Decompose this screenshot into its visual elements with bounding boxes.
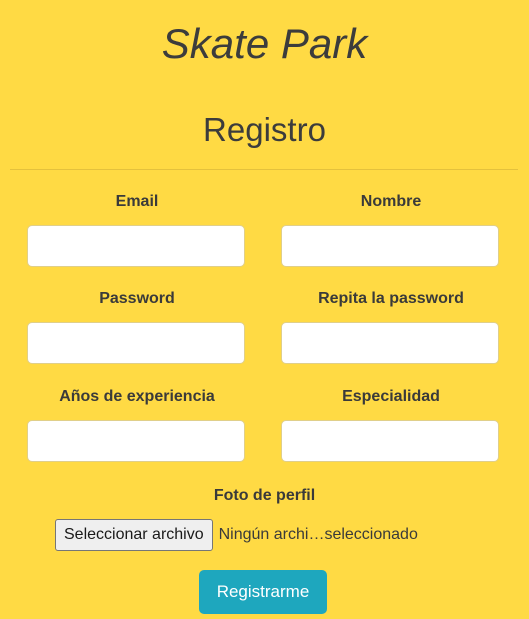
name-field[interactable]: [281, 225, 499, 267]
file-picker: Seleccionar archivo Ningún archi…selecci…: [55, 519, 418, 551]
choose-file-button[interactable]: Seleccionar archivo: [55, 519, 213, 551]
experience-field[interactable]: [27, 420, 245, 462]
specialty-label: Especialidad: [342, 388, 440, 405]
specialty-field[interactable]: [281, 420, 499, 462]
repeat-password-field[interactable]: [281, 322, 499, 364]
repeat-password-label: Repita la password: [318, 290, 464, 307]
register-button[interactable]: Registrarme: [199, 570, 327, 614]
profile-photo-label: Foto de perfil: [213, 487, 316, 504]
password-label: Password: [99, 290, 175, 307]
file-status-text: Ningún archi…seleccionado: [218, 526, 418, 543]
password-field[interactable]: [27, 322, 245, 364]
name-label: Nombre: [360, 193, 422, 210]
email-label: Email: [115, 193, 159, 210]
email-field[interactable]: [27, 225, 245, 267]
page-title: Registro: [203, 111, 326, 148]
divider: [10, 169, 518, 170]
experience-label: Años de experiencia: [59, 388, 215, 405]
app-title: Skate Park: [161, 20, 368, 67]
